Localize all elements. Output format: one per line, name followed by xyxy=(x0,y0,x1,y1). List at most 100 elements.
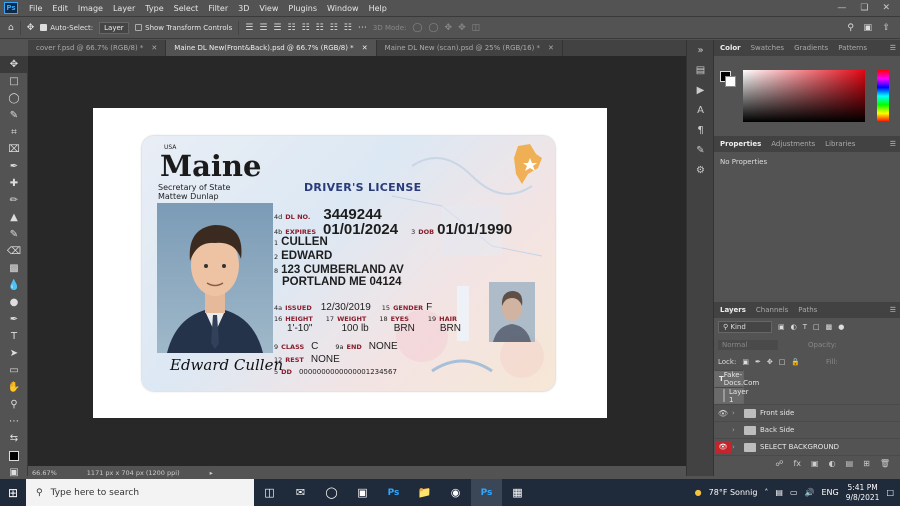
zoom-level[interactable]: 66.67% xyxy=(32,469,57,477)
menu-image[interactable]: Image xyxy=(73,4,108,13)
search-icon[interactable]: ⚲ xyxy=(847,23,854,33)
type-tool-icon[interactable]: T xyxy=(0,328,28,345)
stamp-tool-icon[interactable]: ▲ xyxy=(0,209,28,226)
filter-toggle-icon[interactable]: ● xyxy=(838,323,844,331)
panel-menu-icon[interactable]: ☰ xyxy=(890,44,896,52)
align-right-icon[interactable]: ☰ xyxy=(273,23,281,33)
3d-roll-icon[interactable]: ◯ xyxy=(428,23,438,33)
lasso-tool-icon[interactable]: ◯ xyxy=(0,90,28,107)
restore-icon[interactable]: ❏ xyxy=(860,3,868,13)
volume-icon[interactable]: 🔊 xyxy=(805,488,815,497)
photoshop-active-taskbar-icon[interactable]: Ps xyxy=(471,479,502,506)
lock-all-icon[interactable]: 🔒 xyxy=(791,358,800,366)
menu-filter[interactable]: Filter xyxy=(203,4,233,13)
share-icon[interactable]: ⇧ xyxy=(882,23,890,33)
frame-tool-icon[interactable]: ⌧ xyxy=(0,141,28,158)
close-icon[interactable]: ✕ xyxy=(362,44,368,52)
quick-select-tool-icon[interactable]: ✎ xyxy=(0,107,28,124)
history-icon[interactable]: ▤ xyxy=(687,60,714,80)
filter-smart-icon[interactable]: ▩ xyxy=(826,323,833,331)
layer-row[interactable]: T Fake-Docs.Com xyxy=(714,370,759,387)
chevron-right-icon[interactable]: › xyxy=(732,443,740,451)
menu-type[interactable]: Type xyxy=(140,4,168,13)
menu-file[interactable]: File xyxy=(24,4,47,13)
trash-icon[interactable]: 🗑 xyxy=(880,459,890,468)
network-icon[interactable]: ▤ xyxy=(775,488,783,497)
eyedropper-tool-icon[interactable]: ✒ xyxy=(0,158,28,175)
more-tools-icon[interactable]: ⋯ xyxy=(0,413,28,430)
show-transform-checkbox[interactable]: Show Transform Controls xyxy=(135,24,232,32)
tab-adjustments[interactable]: Adjustments xyxy=(771,140,815,148)
layer-row[interactable]: 👁 › SELECT BACKGROUND xyxy=(714,438,900,455)
auto-select-checkbox[interactable]: Auto-Select: xyxy=(40,24,93,32)
chrome-icon[interactable]: ◉ xyxy=(440,479,471,506)
taskbar-search[interactable]: ⚲ Type here to search xyxy=(26,479,254,506)
eye-icon[interactable]: 👁 xyxy=(714,409,732,418)
align-middle-icon[interactable]: ☷ xyxy=(316,23,324,33)
tab-channels[interactable]: Channels xyxy=(756,306,788,314)
tab-maine-dl-front-back[interactable]: Maine DL New(Front&Back).psd @ 66.7% (RG… xyxy=(166,40,377,56)
close-icon[interactable]: ✕ xyxy=(151,44,157,52)
weather-text[interactable]: 78°F Sonnig xyxy=(709,488,758,497)
group-icon[interactable]: ▤ xyxy=(846,459,854,468)
menu-3d[interactable]: 3D xyxy=(233,4,254,13)
tab-paths[interactable]: Paths xyxy=(798,306,817,314)
paragraph-icon[interactable]: ¶ xyxy=(687,120,714,140)
blur-tool-icon[interactable]: 💧 xyxy=(0,277,28,294)
filter-adjustment-icon[interactable]: ◐ xyxy=(791,323,797,331)
dodge-tool-icon[interactable]: ● xyxy=(0,294,28,311)
move-tool-icon[interactable]: ✥ xyxy=(0,56,28,73)
tab-cover[interactable]: cover f.psd @ 66.7% (RGB/8) * ✕ xyxy=(28,40,167,56)
kind-filter-dropdown[interactable]: ⚲ Kind xyxy=(718,321,772,333)
layer-row[interactable]: › Back Side xyxy=(714,421,900,438)
3d-scale-icon[interactable]: ◫ xyxy=(472,23,481,33)
home-icon[interactable]: ⌂ xyxy=(8,23,14,33)
menu-help[interactable]: Help xyxy=(364,4,392,13)
color-spectrum[interactable] xyxy=(743,70,865,122)
zoom-tool-icon[interactable]: ⚲ xyxy=(0,396,28,413)
minimize-icon[interactable]: — xyxy=(837,3,846,13)
filter-type-icon[interactable]: T xyxy=(803,323,807,331)
panel-menu-icon[interactable]: ☰ xyxy=(890,306,896,314)
battery-icon[interactable]: ▭ xyxy=(790,488,798,497)
align-center-icon[interactable]: ☰ xyxy=(259,23,267,33)
more-icon[interactable]: ⋯ xyxy=(358,23,367,33)
menu-view[interactable]: View xyxy=(254,4,283,13)
hue-slider[interactable] xyxy=(877,70,889,122)
menu-plugins[interactable]: Plugins xyxy=(283,4,322,13)
eye-icon[interactable]: 👁 xyxy=(715,441,731,453)
3d-pan-icon[interactable]: ✥ xyxy=(445,23,453,33)
mask-icon[interactable]: ▣ xyxy=(811,459,819,468)
panel-menu-icon[interactable]: ☰ xyxy=(890,140,896,148)
3d-orbit-icon[interactable]: ◯ xyxy=(412,23,422,33)
drivers-license-card[interactable]: USA Maine Secretary of State Mattew Dunl… xyxy=(142,136,555,391)
filter-shape-icon[interactable]: □ xyxy=(813,323,820,331)
new-layer-icon[interactable]: ⊞ xyxy=(863,459,870,468)
move-tool-icon[interactable]: ✥ xyxy=(27,23,35,33)
crop-tool-icon[interactable]: ⌗ xyxy=(0,124,28,141)
align-top-icon[interactable]: ☷ xyxy=(302,23,310,33)
brush-tool-icon[interactable]: ✏ xyxy=(0,192,28,209)
tab-layers[interactable]: Layers xyxy=(720,306,746,314)
tab-properties[interactable]: Properties xyxy=(720,140,761,148)
chevron-right-icon[interactable]: › xyxy=(732,409,740,417)
clone-source-icon[interactable]: ⚙ xyxy=(687,160,714,180)
windows-start-icon[interactable]: ⊞ xyxy=(0,479,26,506)
path-select-tool-icon[interactable]: ➤ xyxy=(0,345,28,362)
3d-slide-icon[interactable]: ✥ xyxy=(458,23,466,33)
file-explorer-icon[interactable]: 📁 xyxy=(409,479,440,506)
menu-layer[interactable]: Layer xyxy=(108,4,140,13)
fx-icon[interactable]: fx xyxy=(793,459,801,468)
actions-icon[interactable]: ▶ xyxy=(687,80,714,100)
collapse-icon[interactable]: » xyxy=(687,40,714,60)
tab-maine-dl-scan[interactable]: Maine DL New (scan).psd @ 25% (RGB/16) *… xyxy=(377,40,563,56)
layer-row[interactable]: 👁 › Front side xyxy=(714,404,900,421)
workspace-icon[interactable]: ▣ xyxy=(863,23,872,33)
spreadsheet-icon[interactable]: ▦ xyxy=(502,479,533,506)
gradient-tool-icon[interactable]: ▩ xyxy=(0,260,28,277)
distribute-icon[interactable]: ☷ xyxy=(287,23,295,33)
tab-patterns[interactable]: Patterns xyxy=(838,44,867,52)
color-swatch-icon[interactable] xyxy=(0,447,28,464)
lock-image-icon[interactable]: ✒ xyxy=(755,358,761,366)
pen-tool-icon[interactable]: ✒ xyxy=(0,311,28,328)
